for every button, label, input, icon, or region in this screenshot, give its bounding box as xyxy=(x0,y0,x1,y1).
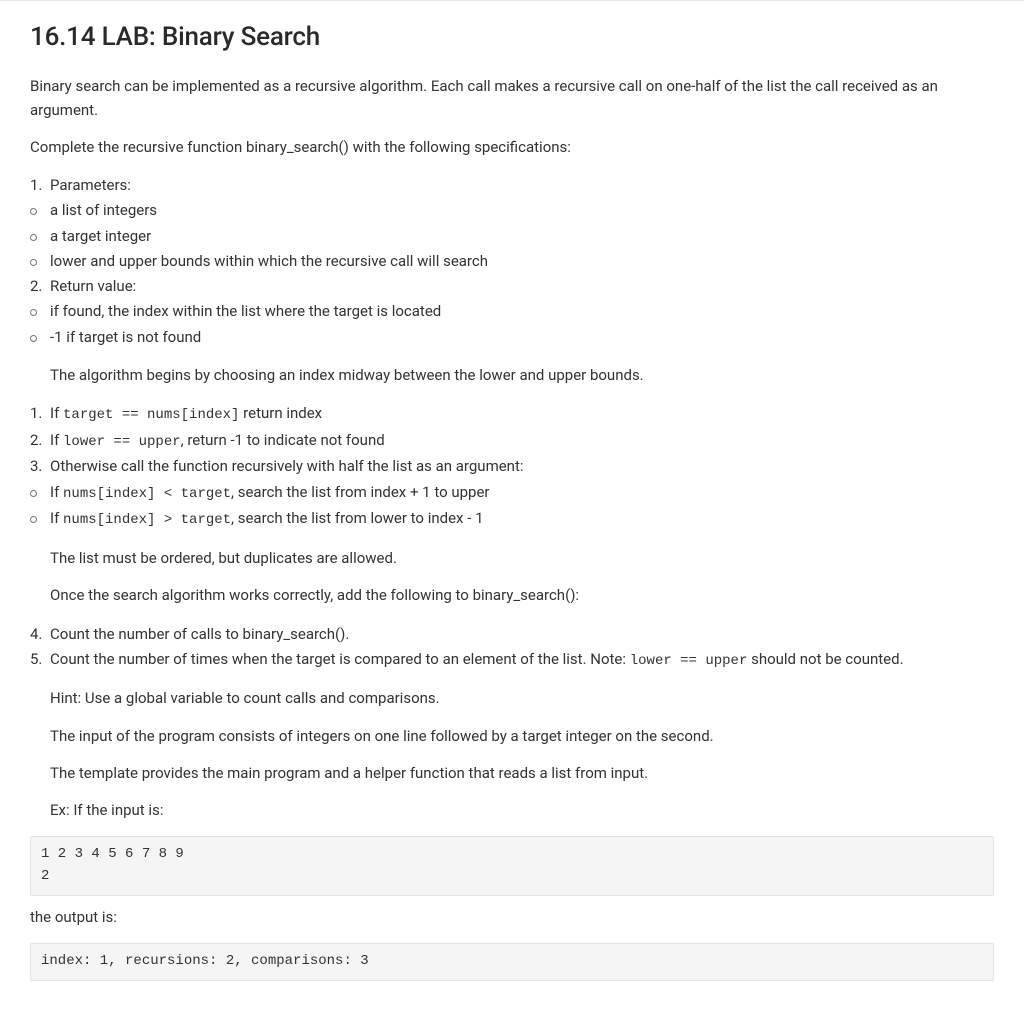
list-item: 1. Parameters: xyxy=(30,173,994,198)
once-working-paragraph: Once the search algorithm works correctl… xyxy=(50,584,994,607)
intro-paragraph-1: Binary search can be implemented as a re… xyxy=(30,75,994,122)
bullet-marker xyxy=(30,507,44,530)
number-marker: 4. xyxy=(30,623,44,646)
algorithm-list: 1.If target == nums[index] return index2… xyxy=(30,401,994,533)
bullet-marker xyxy=(30,481,44,504)
number-marker: 2. xyxy=(30,429,44,452)
page-title: 16.14 LAB: Binary Search xyxy=(30,17,994,57)
list-item: 1. If target == nums[index] return index xyxy=(30,401,994,428)
hint-paragraph: Hint: Use a global variable to count cal… xyxy=(50,687,994,710)
list-item: 2. If lower == upper, return -1 to indica… xyxy=(30,428,994,455)
list-item: if found, the index within the list wher… xyxy=(30,299,994,324)
output-label: the output is: xyxy=(30,906,994,929)
specifications-list: 1. Parameters:a list of integers a target … xyxy=(30,173,994,350)
list-item-text: if found, the index within the list wher… xyxy=(50,300,994,323)
list-item: a list of integers xyxy=(30,198,994,223)
list-item-text: Parameters: xyxy=(50,174,994,197)
number-marker: 1. xyxy=(30,402,44,425)
ordering-note: The list must be ordered, but duplicates… xyxy=(50,547,994,570)
list-item-text: If nums[index] < target, search the list… xyxy=(50,481,994,506)
template-description: The template provides the main program a… xyxy=(50,762,994,785)
list-item-text: a list of integers xyxy=(50,199,994,222)
list-item: 4. Count the number of calls to binary_se… xyxy=(30,622,994,647)
number-marker: 3. xyxy=(30,455,44,478)
list-item-text: Count the number of calls to binary_sear… xyxy=(50,623,994,646)
bullet-marker xyxy=(30,250,44,273)
list-item: -1 if target is not found xyxy=(30,325,994,350)
list-item-text: If target == nums[index] return index xyxy=(50,402,994,427)
list-item: 5. Count the number of times when the tar… xyxy=(30,647,994,674)
list-item-text: Otherwise call the function recursively … xyxy=(50,455,994,478)
example-input-block: 1 2 3 4 5 6 7 8 9 2 xyxy=(30,836,994,895)
list-item-text: Count the number of times when the targe… xyxy=(50,648,994,673)
example-label: Ex: If the input is: xyxy=(50,799,994,822)
list-item-text: -1 if target is not found xyxy=(50,326,994,349)
number-marker: 1. xyxy=(30,174,44,197)
number-marker: 5. xyxy=(30,648,44,671)
list-item: 3. Otherwise call the function recursivel… xyxy=(30,454,994,479)
example-output-block: index: 1, recursions: 2, comparisons: 3 xyxy=(30,943,994,981)
list-item-text: a target integer xyxy=(50,225,994,248)
bullet-marker xyxy=(30,300,44,323)
list-item: a target integer xyxy=(30,224,994,249)
algorithm-intro: The algorithm begins by choosing an inde… xyxy=(50,364,994,387)
list-item: If nums[index] > target, search the list… xyxy=(30,506,994,533)
list-item-text: lower and upper bounds within which the … xyxy=(50,250,994,273)
intro-paragraph-2: Complete the recursive function binary_s… xyxy=(30,136,994,159)
bullet-marker xyxy=(30,199,44,222)
list-item-text: If nums[index] > target, search the list… xyxy=(50,507,994,532)
list-item: 2. Return value: xyxy=(30,274,994,299)
bullet-marker xyxy=(30,225,44,248)
list-item: If nums[index] < target, search the list… xyxy=(30,480,994,507)
input-description: The input of the program consists of int… xyxy=(50,725,994,748)
bullet-marker xyxy=(30,326,44,349)
list-item-text: If lower == upper, return -1 to indicate… xyxy=(50,429,994,454)
number-marker: 2. xyxy=(30,275,44,298)
list-item-text: Return value: xyxy=(50,275,994,298)
list-item: lower and upper bounds within which the … xyxy=(30,249,994,274)
count-list: 4. Count the number of calls to binary_se… xyxy=(30,622,994,674)
